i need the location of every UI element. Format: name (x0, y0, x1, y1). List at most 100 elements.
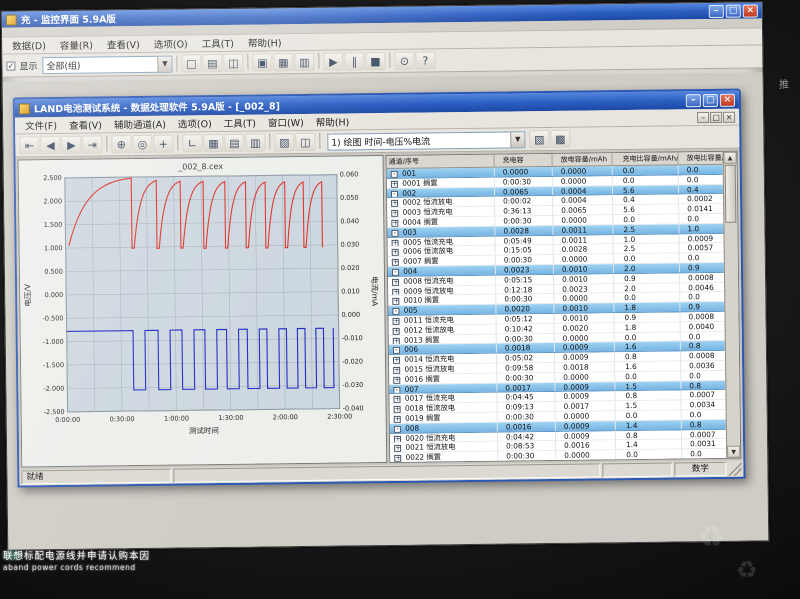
collapse-icon[interactable]: - (393, 425, 401, 433)
collapse-icon[interactable]: - (391, 229, 399, 237)
expand-icon[interactable]: + (393, 434, 402, 443)
collapse-icon[interactable]: - (390, 189, 399, 198)
menu-item[interactable]: 容量(R) (54, 36, 99, 53)
menu-item[interactable]: 查看(V) (101, 36, 146, 53)
zoom-icon[interactable]: ⊕ (111, 135, 132, 154)
column-header[interactable]: 放电容量/mAh (552, 153, 613, 166)
prev-icon[interactable]: ◀ (40, 135, 61, 155)
expand-icon[interactable]: + (393, 415, 401, 423)
legend-icon[interactable]: ▤ (224, 133, 245, 152)
expand-icon[interactable]: + (391, 258, 399, 266)
restore-button[interactable]: □ (702, 93, 718, 107)
expand-icon[interactable]: + (392, 356, 401, 364)
collapse-icon[interactable]: - (392, 346, 400, 355)
data-cell: 1.4 (616, 439, 683, 450)
new-icon[interactable]: □ (181, 54, 202, 73)
menu-item[interactable]: 查看(V) (63, 116, 108, 133)
scroll-down-icon[interactable]: ▼ (727, 445, 741, 458)
child-close-button[interactable]: × (723, 111, 736, 123)
child-restore-button[interactable]: □ (710, 111, 723, 123)
expand-icon[interactable]: + (393, 366, 401, 374)
table-icon[interactable]: ▥ (294, 52, 315, 72)
menu-item[interactable]: 数据(D) (6, 37, 52, 54)
expand-icon[interactable]: + (391, 199, 399, 208)
collapse-icon[interactable]: - (391, 268, 399, 276)
close-button[interactable]: × (719, 93, 735, 107)
start-icon[interactable]: ▶ (323, 52, 344, 71)
column-header[interactable]: 充电比容量/mAh/g (612, 152, 679, 166)
export-icon[interactable]: ▧ (529, 129, 550, 149)
pan-icon[interactable]: ◎ (132, 134, 153, 154)
expand-icon[interactable]: + (393, 395, 401, 404)
menu-item[interactable]: 窗口(W) (262, 114, 310, 131)
scroll-up-icon[interactable]: ▲ (723, 151, 737, 164)
minimize-button[interactable]: – (685, 93, 701, 107)
chart-panel[interactable]: _002_8.cex 2.500 2.000 1.500 1.000 0.500 0.000… (17, 155, 388, 468)
expand-icon[interactable]: + (393, 376, 401, 384)
copy-icon[interactable]: ◫ (295, 132, 316, 152)
first-icon[interactable]: ⇤ (19, 136, 40, 155)
chevron-down-icon[interactable]: ▼ (157, 56, 172, 72)
expand-icon[interactable]: + (394, 444, 402, 453)
menu-item[interactable]: 帮助(H) (242, 34, 288, 51)
data-cell: 0.0 (679, 213, 727, 224)
next-icon[interactable]: ▶ (61, 135, 82, 154)
pause-icon[interactable]: ∥ (344, 52, 365, 71)
menu-item[interactable]: 工具(T) (196, 35, 240, 52)
expand-icon[interactable]: + (392, 327, 400, 335)
expand-icon[interactable]: + (391, 209, 399, 217)
menu-item[interactable]: 帮助(H) (310, 113, 356, 130)
axes-icon[interactable]: ∟ (182, 134, 203, 153)
column-header[interactable]: 放电比容量/mAh/g (678, 151, 727, 165)
collapse-icon[interactable]: - (393, 385, 401, 394)
menu-item[interactable]: 辅助通道(A) (108, 116, 172, 133)
close-button[interactable]: × (742, 3, 758, 18)
menu-item[interactable]: 选项(O) (172, 115, 218, 132)
maximize-button[interactable]: □ (725, 4, 741, 18)
child-minimize-button[interactable]: – (697, 111, 710, 123)
expand-icon[interactable]: + (391, 219, 399, 227)
scroll-thumb[interactable] (724, 164, 737, 223)
expand-icon[interactable]: + (393, 405, 401, 413)
help-icon[interactable]: ? (415, 51, 436, 70)
save-icon[interactable]: ◫ (223, 53, 244, 72)
chart-icon[interactable]: ▦ (273, 53, 294, 72)
scope-combobox[interactable]: 全部(组) ▼ (42, 55, 173, 74)
expand-icon[interactable]: + (394, 454, 402, 462)
crosshair-icon[interactable]: + (153, 134, 174, 153)
settings-icon[interactable]: ⊙ (394, 51, 415, 70)
display-checkbox[interactable]: ✓ (6, 61, 16, 71)
grid-icon[interactable]: ▦ (203, 133, 224, 153)
collapse-icon[interactable]: - (390, 170, 398, 178)
stop-icon[interactable]: ■ (365, 51, 386, 71)
expand-icon[interactable]: + (392, 297, 400, 306)
expand-icon[interactable]: + (391, 248, 399, 257)
expand-icon[interactable]: + (392, 336, 400, 345)
minimize-button[interactable]: – (708, 4, 724, 18)
last-icon[interactable]: ⇥ (82, 135, 103, 154)
table-icon[interactable]: ▥ (245, 133, 266, 152)
expand-icon[interactable]: + (392, 317, 400, 325)
expand-icon[interactable]: + (391, 238, 399, 247)
status-mode-button[interactable]: 数字 (674, 461, 727, 477)
monitor-icon[interactable]: ▣ (252, 53, 273, 72)
collapse-icon[interactable]: - (392, 307, 400, 315)
resize-grip[interactable] (728, 461, 742, 476)
menu-item[interactable]: 选项(O) (148, 35, 194, 52)
print-icon[interactable]: ▩ (550, 129, 571, 148)
palette-icon[interactable]: ▨ (274, 133, 295, 152)
row-id-cell: + 0022 搁置 (390, 451, 499, 462)
column-header[interactable]: 通道/序号 (386, 154, 495, 168)
vertical-scrollbar[interactable]: ▲ ▼ (722, 151, 741, 458)
voltage-current-chart[interactable]: _002_8.cex 2.500 2.000 1.500 1.000 0.500 0.000… (18, 156, 383, 467)
column-header[interactable]: 充电容 (494, 153, 553, 167)
chevron-down-icon[interactable]: ▼ (510, 131, 525, 147)
menu-item[interactable]: 文件(F) (19, 117, 63, 134)
expand-icon[interactable]: + (392, 287, 400, 296)
expand-icon[interactable]: + (392, 278, 400, 286)
scroll-track[interactable] (724, 164, 740, 446)
menu-item[interactable]: 工具(T) (218, 114, 262, 131)
expand-icon[interactable]: + (390, 180, 398, 188)
open-icon[interactable]: ▤ (202, 53, 223, 73)
view-selector-combobox[interactable]: 1) 绘图 时间-电压%电流 ▼ (327, 130, 526, 151)
